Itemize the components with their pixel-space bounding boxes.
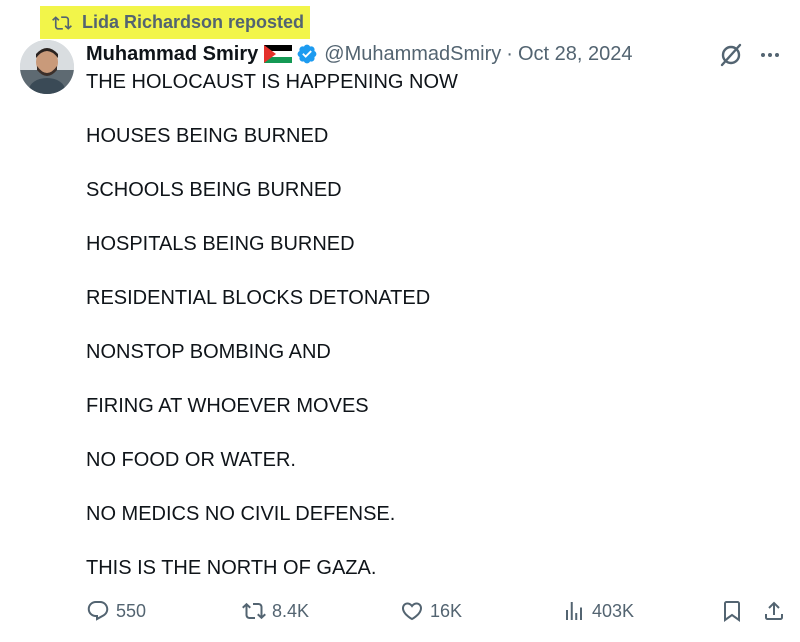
repost-count: 8.4K — [272, 600, 310, 621]
like-count: 16K — [430, 600, 463, 621]
share-icon — [765, 601, 783, 620]
action-bar: 550 8.4K 16K 403K — [86, 596, 786, 626]
post-line: NO MEDICS NO CIVIL DEFENSE. — [86, 503, 396, 525]
repost-indicator[interactable]: Lida Richardson reposted — [40, 6, 310, 39]
repost-icon — [242, 602, 266, 620]
post-line: NO FOOD OR WATER. — [86, 449, 296, 471]
post-line: HOSPITALS BEING BURNED — [86, 233, 355, 255]
like-icon — [401, 602, 423, 621]
share-button[interactable] — [762, 596, 786, 626]
repost-label: Lida Richardson reposted — [82, 12, 305, 32]
views-button[interactable]: 403K — [562, 596, 634, 626]
repost-icon — [52, 13, 72, 33]
avatar[interactable] — [20, 40, 74, 94]
author-handle[interactable]: @MuhammadSmiry — [324, 43, 501, 66]
post-line: RESIDENTIAL BLOCKS DETONATED — [86, 287, 431, 309]
post-line: SCHOOLS BEING BURNED — [86, 179, 342, 201]
post-header: Muhammad Smiry @MuhammadSmiry · Oct 28, … — [86, 40, 632, 68]
post-line: HOUSES BEING BURNED — [86, 125, 329, 147]
reply-button[interactable]: 550 — [86, 596, 146, 626]
bookmark-icon — [724, 601, 740, 622]
post-line: THE HOLOCAUST IS HAPPENING NOW — [86, 71, 458, 93]
post-line: NONSTOP BOMBING AND — [86, 341, 331, 363]
repost-button[interactable]: 8.4K — [242, 596, 309, 626]
palestine-flag-icon — [264, 45, 293, 63]
post-toolbar — [718, 42, 782, 68]
separator: · — [506, 42, 513, 65]
reply-count: 550 — [116, 600, 147, 621]
verified-icon[interactable] — [296, 43, 318, 65]
more-icon[interactable] — [758, 43, 782, 67]
grok-icon[interactable] — [718, 42, 744, 68]
post-body: THE HOLOCAUST IS HAPPENING NOW HOUSES BE… — [86, 70, 458, 610]
author-name[interactable]: Muhammad Smiry — [86, 43, 258, 66]
views-count: 403K — [592, 600, 635, 621]
views-icon — [566, 602, 582, 620]
post-line: FIRING AT WHOEVER MOVES — [86, 395, 369, 417]
like-button[interactable]: 16K — [400, 596, 462, 626]
post-date[interactable]: Oct 28, 2024 — [518, 43, 633, 66]
reply-icon — [87, 601, 109, 621]
bookmark-button[interactable] — [720, 596, 744, 626]
